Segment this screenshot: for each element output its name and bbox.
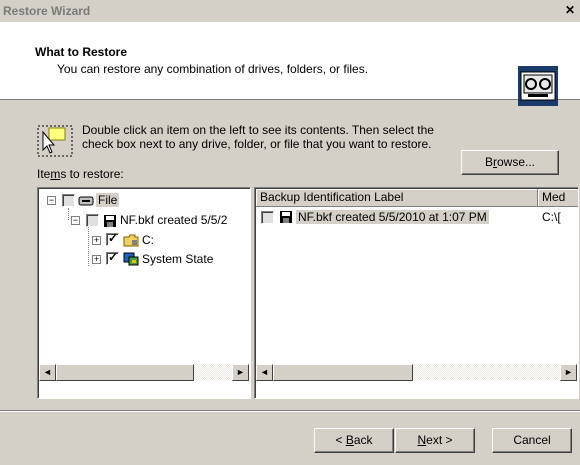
label-accel: m: [50, 167, 61, 181]
scroll-right-icon[interactable]: ►: [560, 364, 577, 381]
tape-drive-icon: [78, 196, 94, 206]
scroll-right-icon[interactable]: ►: [232, 364, 249, 381]
close-icon[interactable]: ✕: [562, 4, 578, 18]
button-part: B: [484, 155, 493, 169]
list-item-label: NF.bkf created 5/5/2010 at 1:07 PM: [296, 210, 489, 224]
column-header-label[interactable]: Backup Identification Label: [256, 189, 538, 207]
system-state-icon: [123, 252, 139, 266]
button-part: ack: [353, 433, 373, 447]
instruction-line-1: Double click an item on the left to see …: [82, 123, 434, 137]
root-checkbox[interactable]: [62, 194, 75, 207]
tree-item-media[interactable]: NF.bkf created 5/5/2: [120, 213, 227, 227]
window-title: Restore Wizard: [3, 4, 91, 18]
tree-connector: [88, 224, 89, 266]
page-title: What to Restore: [35, 45, 128, 59]
backup-media-icon: [518, 66, 558, 106]
tree-item-file[interactable]: File: [96, 193, 120, 207]
button-accel: N: [417, 433, 427, 447]
list-item-media: C:\[: [542, 210, 561, 224]
page-subtitle: You can restore any combination of drive…: [57, 62, 369, 76]
column-header-media[interactable]: Med: [538, 189, 578, 207]
next-button[interactable]: Next >: [395, 428, 475, 453]
expand-drive-c-icon[interactable]: +: [92, 236, 101, 245]
back-button[interactable]: < Back: [314, 428, 394, 453]
drive-c-checkbox[interactable]: ✓: [106, 231, 119, 246]
floppy-icon: [104, 215, 116, 227]
tree-item-system-state[interactable]: System State: [142, 252, 213, 266]
instruction-text: Double click an item on the left to see …: [82, 123, 434, 151]
instruction-line-2: check box next to any drive, folder, or …: [82, 137, 432, 151]
scroll-thumb[interactable]: [273, 364, 413, 381]
button-accel: B: [345, 433, 354, 447]
tree-connector: [68, 208, 69, 220]
label-part: Ite: [37, 167, 51, 181]
button-part: ext >: [426, 433, 453, 447]
media-checkbox[interactable]: [86, 214, 99, 227]
label-part: s to restore:: [60, 167, 124, 181]
tree-horizontal-scrollbar[interactable]: ◄ ►: [39, 364, 249, 381]
expand-system-state-icon[interactable]: +: [92, 255, 101, 264]
list-horizontal-scrollbar[interactable]: ◄ ►: [256, 364, 577, 381]
backup-list-pane[interactable]: Backup Identification Label Med NF.bkf c…: [254, 187, 579, 399]
list-item[interactable]: NF.bkf created 5/5/2010 at 1:07 PM C:\[: [256, 209, 578, 226]
restore-tree-pane[interactable]: − File − NF.bkf created 5/5/2 + ✓ C: + ✓…: [37, 187, 251, 399]
button-part: <: [335, 433, 346, 447]
list-item-checkbox[interactable]: [261, 211, 274, 224]
button-part: owse...: [497, 155, 536, 169]
wizard-header: What to Restore You can restore any comb…: [0, 22, 580, 106]
cancel-button[interactable]: Cancel: [492, 428, 572, 453]
footer-divider: [0, 410, 580, 412]
title-bar: Restore Wizard ✕: [0, 0, 580, 22]
checkmark-icon: ✓: [108, 250, 119, 264]
floppy-icon: [280, 211, 292, 223]
pointer-select-icon: [37, 125, 73, 157]
folder-icon: [123, 234, 139, 247]
checkmark-icon: ✓: [108, 231, 119, 245]
browse-button[interactable]: Browse...: [461, 150, 559, 175]
scroll-thumb[interactable]: [56, 364, 194, 381]
items-to-restore-label: Items to restore:: [37, 167, 124, 181]
restore-wizard-window: Restore Wizard ✕ What to Restore You can…: [0, 0, 580, 465]
system-state-checkbox[interactable]: ✓: [106, 250, 119, 265]
tree-item-drive-c[interactable]: C:: [142, 233, 154, 247]
scroll-left-icon[interactable]: ◄: [256, 364, 273, 381]
collapse-media-icon[interactable]: −: [71, 216, 80, 225]
collapse-root-icon[interactable]: −: [47, 196, 56, 205]
scroll-left-icon[interactable]: ◄: [39, 364, 56, 381]
